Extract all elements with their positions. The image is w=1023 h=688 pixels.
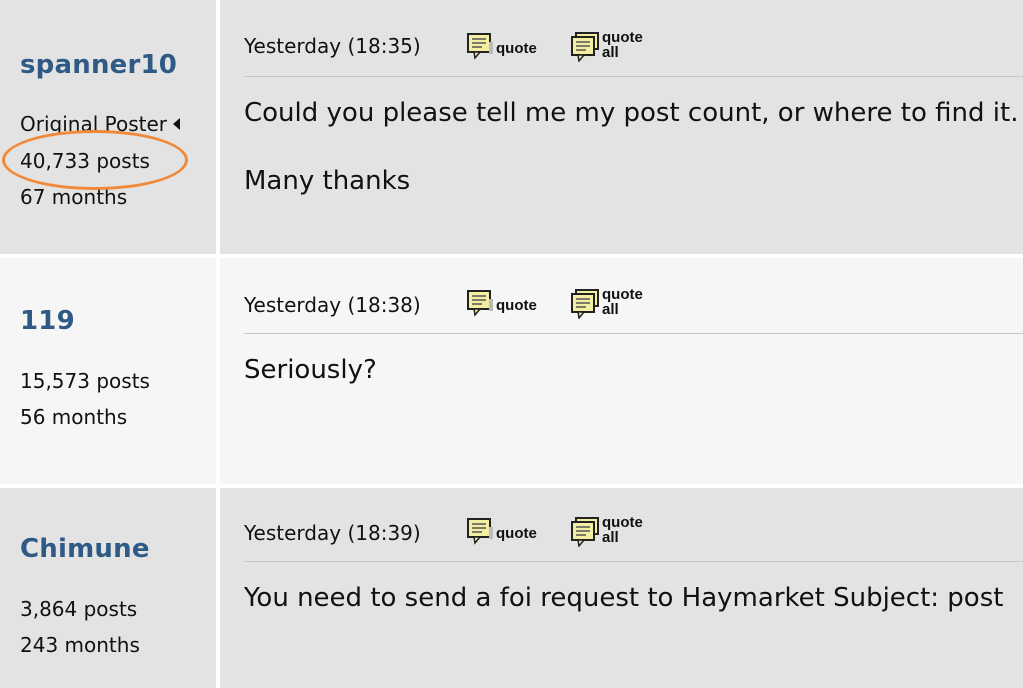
username-link[interactable]: spanner10 xyxy=(20,50,177,80)
header-rule xyxy=(244,561,1023,562)
quote-button[interactable]: quote xyxy=(466,32,537,60)
member-months: 56 months xyxy=(20,405,128,429)
original-poster-label: Original Poster xyxy=(20,112,180,136)
post-timestamp: Yesterday (18:39) xyxy=(244,521,421,545)
header-rule xyxy=(244,333,1023,334)
post-count: 15,573 posts xyxy=(20,369,150,393)
quote-label: quote xyxy=(496,297,537,314)
quote-label: quote xyxy=(496,525,537,542)
post-timestamp: Yesterday (18:35) xyxy=(244,34,421,58)
post-author-panel: spanner10 Original Poster 40,733 posts 6… xyxy=(0,0,220,254)
message-line: Many thanks xyxy=(244,166,411,196)
post-count: 40,733 posts xyxy=(20,149,150,173)
quote-all-button[interactable]: quote all xyxy=(570,30,643,62)
post-author-panel: 119 15,573 posts 56 months xyxy=(0,258,220,484)
quote-icon xyxy=(467,33,493,60)
post-timestamp: Yesterday (18:38) xyxy=(244,293,421,317)
quote-all-icon xyxy=(571,289,599,319)
original-poster-text: Original Poster xyxy=(20,112,167,136)
message-line: You need to send a foi request to Haymar… xyxy=(244,583,1004,613)
pointer-arrow-icon xyxy=(173,117,180,130)
member-months: 67 months xyxy=(20,185,128,209)
quote-button[interactable]: quote xyxy=(466,517,537,545)
quote-all-label: quote all xyxy=(602,287,643,317)
quote-all-label: quote all xyxy=(602,30,643,60)
header-rule xyxy=(244,76,1023,77)
quote-all-icon xyxy=(571,517,599,547)
quote-all-label-line2: all xyxy=(602,301,619,318)
message-line: Seriously? xyxy=(244,355,377,385)
post-content-area: Yesterday (18:39) quote quote all You nee… xyxy=(224,488,1023,688)
post-content-area: Yesterday (18:35) quote quote all Could y… xyxy=(224,0,1023,254)
post-author-panel: Chimune 3,864 posts 243 months xyxy=(0,488,220,688)
quote-icon xyxy=(467,290,493,317)
quote-all-icon xyxy=(571,32,599,62)
quote-all-button[interactable]: quote all xyxy=(570,287,643,319)
quote-all-label: quote all xyxy=(602,515,643,545)
post-content-area: Yesterday (18:38) quote quote all Serious… xyxy=(224,258,1023,484)
post-count: 3,864 posts xyxy=(20,597,138,621)
quote-button[interactable]: quote xyxy=(466,289,537,317)
quote-icon xyxy=(467,518,493,545)
quote-all-button[interactable]: quote all xyxy=(570,515,643,547)
quote-label: quote xyxy=(496,40,537,57)
username-link[interactable]: 119 xyxy=(20,306,75,336)
quote-all-label-line2: all xyxy=(602,44,619,61)
quote-all-label-line2: all xyxy=(602,529,619,546)
username-link[interactable]: Chimune xyxy=(20,534,150,564)
member-months: 243 months xyxy=(20,633,140,657)
message-line: Could you please tell me my post count, … xyxy=(244,98,1019,128)
